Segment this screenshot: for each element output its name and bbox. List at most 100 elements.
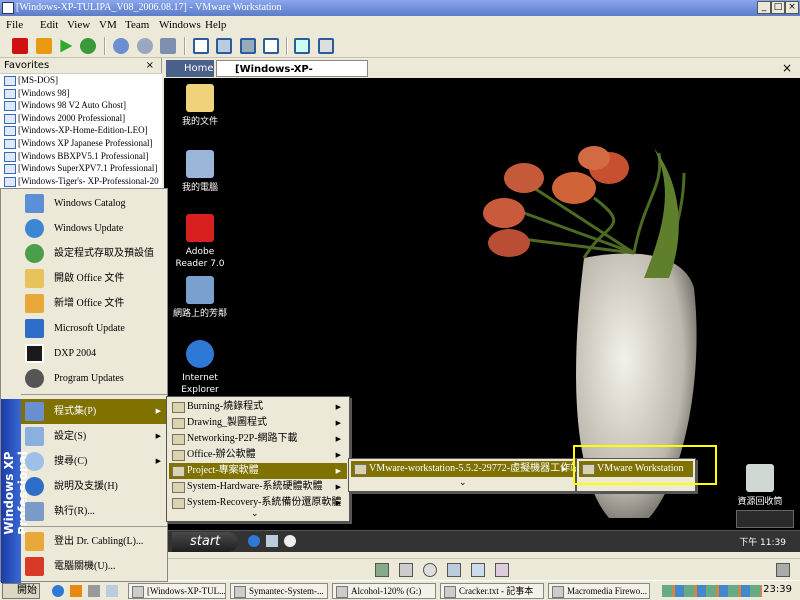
close-button[interactable]: × xyxy=(785,1,799,14)
favorite-item[interactable]: [MS-DOS] xyxy=(0,74,162,87)
start-item-help[interactable]: 說明及支援(H) xyxy=(21,474,167,499)
start-item-new-office-doc[interactable]: 新增 Office 文件 xyxy=(21,291,167,316)
quicklaunch-icon[interactable] xyxy=(88,585,100,597)
suspend-icon[interactable] xyxy=(36,38,52,54)
start-menu: Windows Catalog Windows Update 設定程式存取及預設… xyxy=(0,188,168,583)
start-item-logoff[interactable]: 登出 Dr. Cabling(L)... xyxy=(21,529,167,554)
start-item-dxp-2004[interactable]: DXP 2004 xyxy=(21,341,167,366)
submenu-arrow-icon: ▶ xyxy=(335,467,341,475)
start-item-run[interactable]: 執行(R)... xyxy=(21,499,167,524)
taskbar-button-symantec[interactable]: Symantec-System-... xyxy=(230,583,328,599)
message-icon[interactable] xyxy=(776,563,790,577)
start-item-set-program-access[interactable]: 設定程式存取及預設值 xyxy=(21,241,167,266)
taskbar-button-alcohol[interactable]: Alcohol-120% (G:) xyxy=(332,583,436,599)
taskbar-button-fireworks[interactable]: Macromedia Firewo... xyxy=(548,583,650,599)
show-desktop-icon[interactable] xyxy=(266,535,278,547)
device-network-icon[interactable] xyxy=(447,563,461,577)
start-item-windows-update[interactable]: Windows Update xyxy=(21,216,167,241)
menubar: File Edit View VM Team Windows Help xyxy=(0,16,800,34)
firefox-quicklaunch-icon[interactable] xyxy=(70,585,82,597)
start-item-programs[interactable]: 程式集(P) ▶ xyxy=(21,399,167,424)
favorite-item[interactable]: [Windows 2000 Professional] xyxy=(0,112,162,125)
start-item-settings[interactable]: 設定(S) ▶ xyxy=(21,424,167,449)
favorite-item[interactable]: [Windows 98] xyxy=(0,87,162,100)
programs-item-office[interactable]: Office-辦公軟體 ▶ xyxy=(169,447,347,463)
media-player-icon[interactable] xyxy=(284,535,296,547)
programs-item-system-hardware[interactable]: System-Hardware-系統硬體軟體 ▶ xyxy=(169,479,347,495)
submenu-arrow-icon: ▶ xyxy=(155,432,161,440)
desktop-icon-computer[interactable]: 我的電腦 xyxy=(170,150,230,194)
vm-start-button[interactable]: start xyxy=(172,532,238,552)
device-floppy-icon[interactable] xyxy=(399,563,413,577)
expand-menu-icon[interactable]: ⌄ xyxy=(251,509,259,519)
tab-vm[interactable]: [Windows-XP-TULIPA_V0... xyxy=(216,60,368,92)
desktop-icon-recycle-bin[interactable]: 資源回收筒 xyxy=(730,464,790,508)
taskbar-button-notepad[interactable]: Cracker.txt - 記事本 xyxy=(440,583,544,599)
menu-edit[interactable]: Edit xyxy=(40,16,58,34)
menu-help[interactable]: Help xyxy=(205,16,226,34)
snapshot-manager-icon[interactable] xyxy=(160,38,176,54)
reset-icon[interactable] xyxy=(80,38,96,54)
start-item-windows-catalog[interactable]: Windows Catalog xyxy=(21,191,167,216)
programs-item-networking[interactable]: Networking-P2P-網路下載 ▶ xyxy=(169,431,347,447)
language-bar[interactable] xyxy=(736,510,794,528)
favorite-item[interactable]: [Windows XP Japanese Professional] xyxy=(0,137,162,150)
ie-quicklaunch-icon[interactable] xyxy=(248,535,260,547)
menu-vm[interactable]: VM xyxy=(99,16,117,34)
programs-icon xyxy=(25,402,44,421)
device-hdd-icon[interactable] xyxy=(375,563,389,577)
programs-item-drawing[interactable]: Drawing_製圖程式 ▶ xyxy=(169,415,347,431)
power-off-icon[interactable] xyxy=(12,38,28,54)
revert-icon[interactable] xyxy=(137,38,153,54)
system-tray-icons[interactable] xyxy=(662,585,762,597)
expand-menu-icon[interactable]: ⌄ xyxy=(459,478,467,488)
run-icon xyxy=(25,502,44,521)
quick-switch-icon[interactable] xyxy=(193,38,209,54)
device-usb-icon[interactable] xyxy=(471,563,485,577)
taskbar-button-vmware[interactable]: [Windows-XP-TUL... xyxy=(128,583,226,599)
start-item-search[interactable]: 搜尋(C) ▶ xyxy=(21,449,167,474)
window-titlebar[interactable]: [Windows-XP-TULIPA_V08_2006.08.17] - VMw… xyxy=(0,0,800,16)
fit-window-icon[interactable] xyxy=(240,38,256,54)
desktop-icon-adobe-reader[interactable]: Adobe Reader 7.0 xyxy=(170,214,230,270)
start-item-shutdown[interactable]: 電腦關機(U)... xyxy=(21,554,167,579)
appliance-view-icon[interactable] xyxy=(318,38,334,54)
favorites-close-button[interactable]: × xyxy=(146,58,154,74)
start-item-program-updates[interactable]: Program Updates xyxy=(21,366,167,391)
snapshot-icon[interactable] xyxy=(113,38,129,54)
start-item-open-office-doc[interactable]: 開啟 Office 文件 xyxy=(21,266,167,291)
project-item-vmware-workstation-folder[interactable]: VMware-workstation-5.5.2-29772-虛擬機器工作站 ▶ xyxy=(351,461,580,477)
summary-icon[interactable] xyxy=(263,38,279,54)
desktop-icon-label: 資源回收筒 xyxy=(737,497,783,507)
menu-file[interactable]: File xyxy=(6,16,23,34)
favorite-item[interactable]: [Windows-XP-Home-Edition-LEO] xyxy=(0,124,162,137)
programs-item-project[interactable]: Project-專案軟體 ▶ xyxy=(169,463,347,479)
minimize-button[interactable]: _ xyxy=(757,1,771,14)
desktop-icon-ie[interactable]: Internet Explorer xyxy=(170,340,230,396)
menu-team[interactable]: Team xyxy=(125,16,149,34)
favorite-item[interactable]: [Windows 98 V2 Auto Ghost] xyxy=(0,99,162,112)
tab-close-button[interactable]: × xyxy=(782,61,792,75)
favorite-item[interactable]: [Windows-Tiger's- XP-Professional-20 xyxy=(0,175,162,188)
maximize-button[interactable]: □ xyxy=(771,1,785,14)
desktop-icon-network[interactable]: 網路上的芳鄰 xyxy=(170,276,230,320)
menu-windows[interactable]: Windows xyxy=(159,16,201,34)
host-start-button[interactable]: 開始 xyxy=(2,583,40,599)
favorites-header: Favorites × xyxy=(0,58,162,74)
favorite-item[interactable]: [Windows BBXPV5.1 Professional] xyxy=(0,150,162,163)
console-icon[interactable] xyxy=(294,38,310,54)
desktop-icon-documents[interactable]: 我的文件 xyxy=(170,84,230,128)
device-sound-icon[interactable] xyxy=(495,563,509,577)
ie-quicklaunch-icon[interactable] xyxy=(52,585,64,597)
menu-view[interactable]: View xyxy=(67,16,90,34)
device-cdrom-icon[interactable] xyxy=(423,563,437,577)
programs-item-burning[interactable]: Burning-燒錄程式 ▶ xyxy=(169,399,347,415)
power-on-icon[interactable] xyxy=(60,39,73,53)
start-item-microsoft-update[interactable]: Microsoft Update xyxy=(21,316,167,341)
search-icon xyxy=(25,452,44,471)
favorite-item[interactable]: [Windows SuperXPV7.1 Professional] xyxy=(0,162,162,175)
desktop-icon-label: 網路上的芳鄰 xyxy=(172,309,227,319)
tab-home[interactable]: Home xyxy=(166,60,214,77)
show-desktop-icon[interactable] xyxy=(106,585,118,597)
full-screen-icon[interactable] xyxy=(216,38,232,54)
